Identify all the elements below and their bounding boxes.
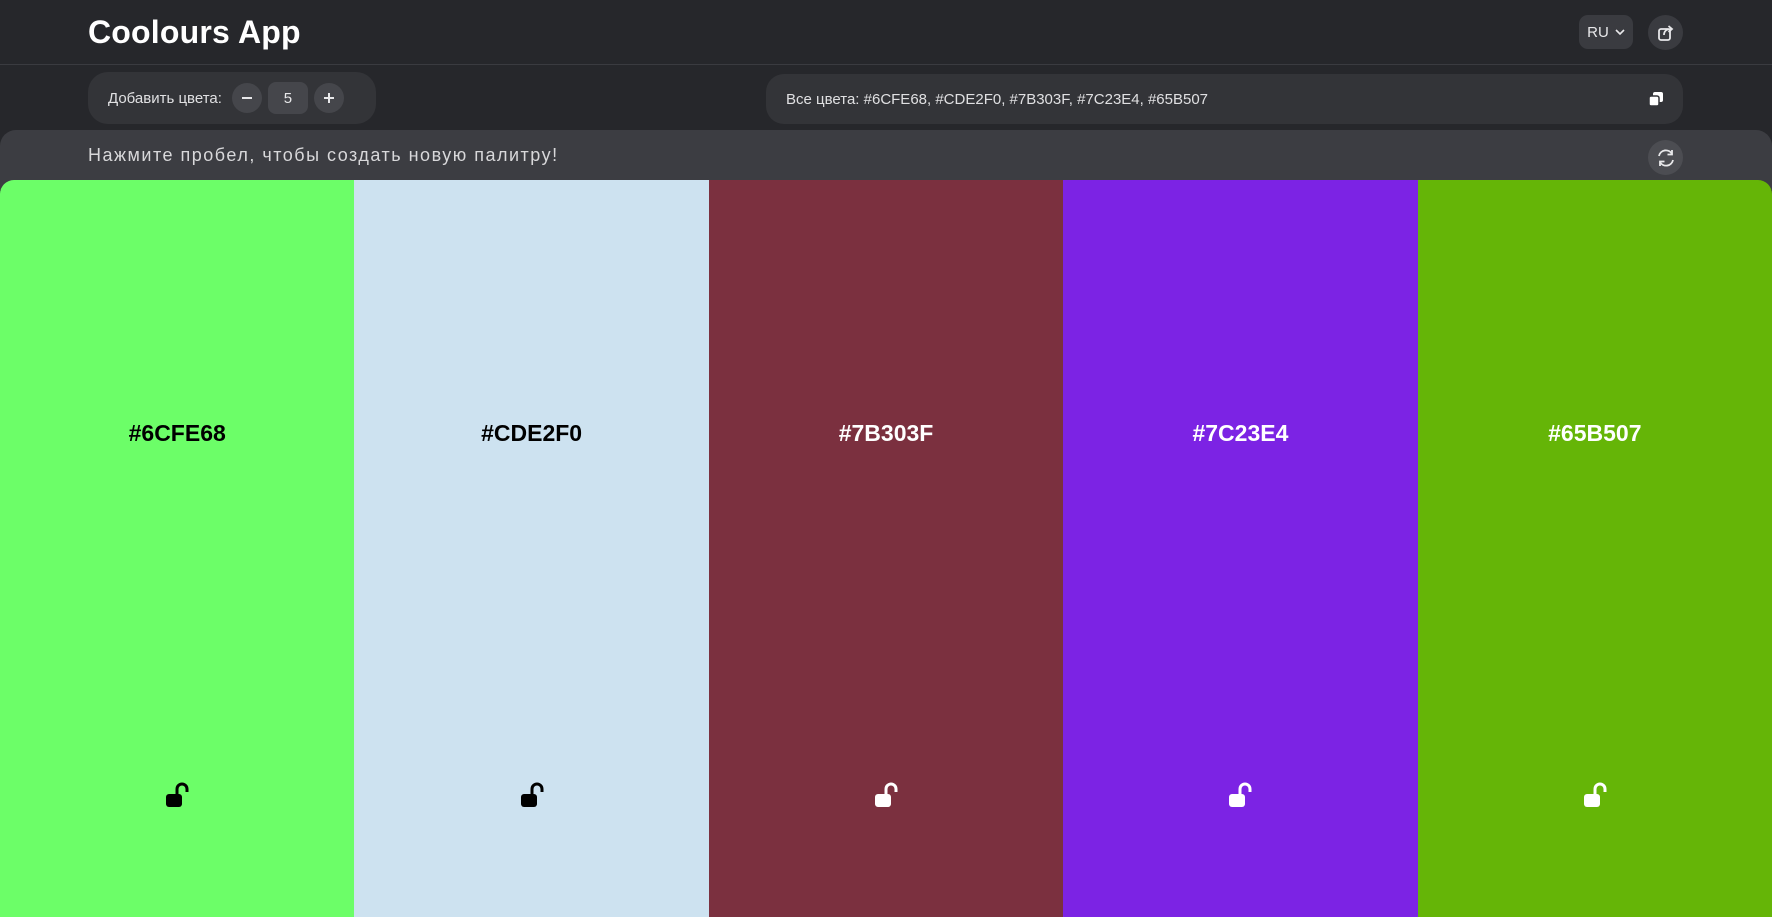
controls-bar: Добавить цвета: 5 Все цвета: #6CFE68, #C… [0,66,1772,130]
minus-icon [241,97,252,99]
unlock-icon[interactable] [871,780,901,810]
refresh-palette-button[interactable] [1648,140,1683,175]
plus-icon [323,93,334,103]
color-count-value[interactable]: 5 [267,82,308,114]
app-title: Coolours App [88,14,301,50]
color-column[interactable]: #7B303F [708,180,1064,917]
color-hex-label[interactable]: #7B303F [709,420,1063,447]
refresh-icon [1657,149,1674,166]
copy-all-colors-button[interactable] [1645,88,1667,110]
share-button[interactable] [1648,15,1683,50]
decrease-colors-button[interactable] [231,83,262,113]
all-colors-text: Все цвета: #6CFE68, #CDE2F0, #7B303F, #7… [786,90,1209,108]
unlock-icon[interactable] [1225,780,1255,810]
color-hex-label[interactable]: #65B507 [1418,420,1772,447]
all-colors-field: Все цвета: #6CFE68, #CDE2F0, #7B303F, #7… [766,74,1683,124]
color-count-control: Добавить цвета: 5 [88,72,376,124]
color-column[interactable]: #65B507 [1417,180,1772,917]
unlock-icon[interactable] [1580,780,1610,810]
chevron-down-icon [1615,29,1625,36]
share-icon [1657,24,1673,41]
copy-icon [1648,92,1663,107]
hint-text: Нажмите пробел, чтобы создать новую пали… [88,145,559,165]
color-hex-label[interactable]: #6CFE68 [0,420,354,447]
add-colors-label: Добавить цвета: [108,89,222,107]
color-column[interactable]: #6CFE68 [0,180,355,917]
color-column[interactable]: #CDE2F0 [354,180,709,917]
palette: #6CFE68 #CDE2F0 #7B303F #7C23E4 #65B507 [0,180,1772,917]
color-hex-label[interactable]: #7C23E4 [1063,420,1417,447]
top-bar: Coolours App RU [0,0,1772,65]
unlock-icon[interactable] [517,780,547,810]
language-select[interactable]: RU [1579,15,1633,49]
color-column[interactable]: #7C23E4 [1063,180,1418,917]
color-hex-label[interactable]: #CDE2F0 [354,420,708,447]
unlock-icon[interactable] [162,780,192,810]
increase-colors-button[interactable] [313,83,344,113]
language-label: RU [1587,23,1609,41]
